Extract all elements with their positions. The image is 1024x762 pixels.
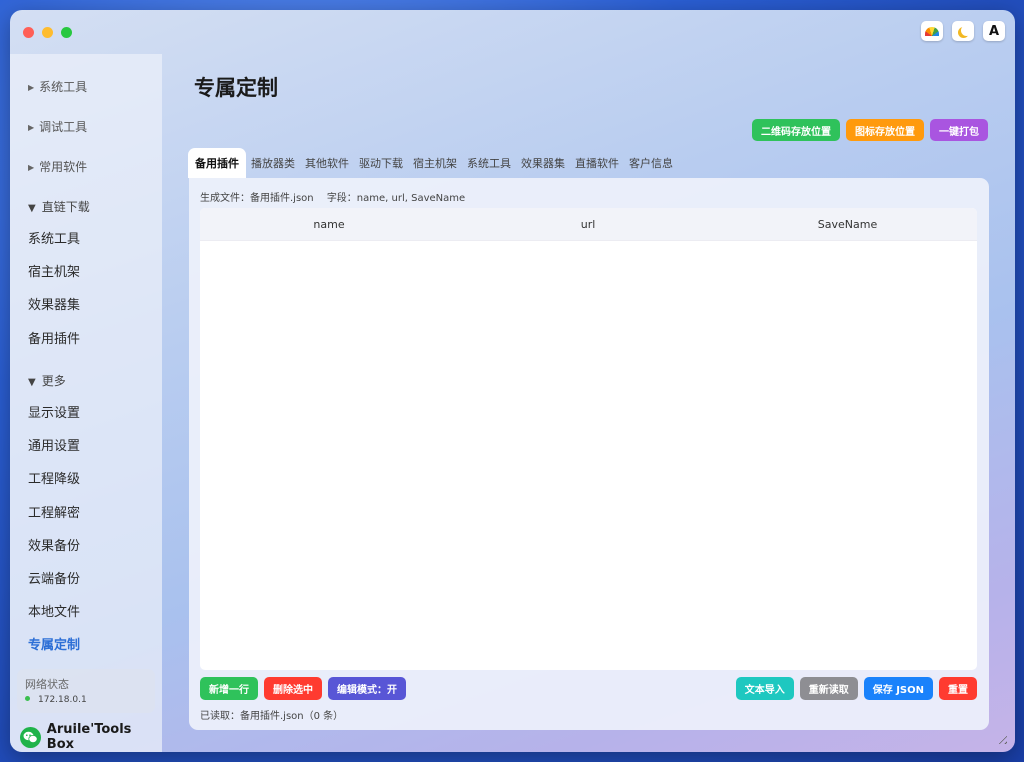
bottom-toolbar: 新增一行 删除选中 编辑模式：开 文本导入 重新读取 保存 JSON 重置	[200, 677, 977, 701]
sidebar-item-host-rack[interactable]: 宿主机架	[28, 261, 80, 280]
sidebar-section-direct-download[interactable]: ▼ 直链下载	[28, 198, 90, 215]
bottom-right-actions: 文本导入 重新读取 保存 JSON 重置	[735, 677, 977, 700]
sidebar-item-general-settings[interactable]: 通用设置	[28, 435, 80, 454]
sidebar-item-backup-plugins[interactable]: 备用插件	[28, 328, 80, 347]
rainbow-icon	[925, 26, 939, 36]
minimize-window-button[interactable]	[42, 27, 53, 38]
resize-grip-icon[interactable]	[995, 732, 1007, 744]
tab-customer-info[interactable]: 客户信息	[624, 148, 678, 178]
reload-button[interactable]: 重新读取	[799, 677, 858, 700]
sidebar-item-system-tools[interactable]: 系统工具	[28, 228, 80, 247]
sidebar-item-effect-backup[interactable]: 效果备份	[28, 535, 80, 554]
generated-file-label: 生成文件：备用插件.json	[200, 193, 314, 204]
triangle-down-icon: ▼	[28, 377, 36, 388]
sidebar-section-more[interactable]: ▼ 更多	[28, 372, 66, 389]
reset-button[interactable]: 重置	[939, 677, 977, 700]
triangle-right-icon: ▶	[28, 163, 35, 172]
save-json-button[interactable]: 保存 JSON	[863, 677, 933, 700]
sidebar-item-cloud-backup[interactable]: 云端备份	[28, 568, 80, 587]
data-table: name url SaveName	[200, 208, 977, 670]
maximize-window-button[interactable]	[61, 27, 72, 38]
tab-drivers[interactable]: 驱动下载	[354, 148, 408, 178]
sidebar-item-display-settings[interactable]: 显示设置	[28, 402, 80, 421]
content-panel: 生成文件：备用插件.json 字段：name, url, SaveName na…	[189, 178, 989, 730]
triangle-right-icon: ▶	[28, 83, 35, 92]
network-status-title: 网络状态	[25, 678, 69, 691]
status-dot-icon	[25, 696, 30, 701]
sidebar-group-system-tools[interactable]: ▶ 系统工具	[28, 78, 87, 95]
top-right-toolbar: A	[921, 21, 1005, 41]
wechat-icon	[20, 726, 41, 748]
status-text: 已读取：备用插件.json（0 条）	[200, 711, 344, 722]
sidebar-group-common-software[interactable]: ▶ 常用软件	[28, 158, 87, 175]
column-header-name[interactable]: name	[200, 218, 458, 231]
qrcode-location-button[interactable]: 二维码存放位置	[752, 119, 840, 141]
tab-bar: 备用插件 播放器类 其他软件 驱动下载 宿主机架 系统工具 效果器集 直播软件 …	[188, 148, 678, 178]
sidebar: ▶ 系统工具 ▶ 调试工具 ▶ 常用软件 ▼ 直链下载 系统工具 宿主机架 效果器集 备…	[10, 54, 162, 752]
triangle-right-icon: ▶	[28, 123, 35, 132]
theme-rainbow-button[interactable]	[921, 21, 943, 41]
sidebar-item-project-decrypt[interactable]: 工程解密	[28, 502, 80, 521]
page-title: 专属定制	[194, 76, 278, 100]
sidebar-group-debug-tools[interactable]: ▶ 调试工具	[28, 118, 87, 135]
one-click-pack-button[interactable]: 一键打包	[930, 119, 988, 141]
moon-icon	[961, 25, 972, 36]
sidebar-item-project-downgrade[interactable]: 工程降级	[28, 468, 80, 487]
tab-host-rack[interactable]: 宿主机架	[408, 148, 462, 178]
window-controls	[23, 27, 72, 38]
close-window-button[interactable]	[23, 27, 34, 38]
brand-name: Aruile'Tools Box	[46, 722, 132, 752]
tab-backup-plugins[interactable]: 备用插件	[188, 148, 246, 178]
fields-label: 字段：name, url, SaveName	[326, 193, 466, 204]
dark-mode-button[interactable]	[952, 21, 974, 41]
column-header-url[interactable]: url	[458, 218, 718, 231]
font-button[interactable]: A	[983, 21, 1005, 41]
font-icon: A	[988, 23, 1000, 39]
panel-meta: 生成文件：备用插件.json 字段：name, url, SaveName	[200, 189, 475, 204]
icon-location-button[interactable]: 图标存放位置	[846, 119, 924, 141]
table-header: name url SaveName	[200, 208, 977, 241]
tab-streaming[interactable]: 直播软件	[570, 148, 624, 178]
brand: Aruile'Tools Box	[20, 722, 162, 752]
app-window: A ▶ 系统工具 ▶ 调试工具 ▶ 常用软件 ▼ 直链下载 系统工具 宿主机架 效果器集…	[10, 10, 1015, 752]
triangle-down-icon: ▼	[28, 203, 36, 214]
text-import-button[interactable]: 文本导入	[735, 677, 794, 700]
tab-effects[interactable]: 效果器集	[516, 148, 570, 178]
sidebar-item-local-files[interactable]: 本地文件	[28, 601, 80, 620]
delete-selected-button[interactable]: 删除选中	[264, 677, 322, 700]
top-actions: 二维码存放位置 图标存放位置 一键打包	[752, 119, 988, 141]
add-row-button[interactable]: 新增一行	[200, 677, 258, 700]
tab-other-software[interactable]: 其他软件	[300, 148, 354, 178]
tab-players[interactable]: 播放器类	[246, 148, 300, 178]
network-ip: 172.18.0.1	[25, 695, 87, 705]
column-header-savename[interactable]: SaveName	[718, 218, 977, 231]
sidebar-item-effects[interactable]: 效果器集	[28, 294, 80, 313]
network-status-card: 网络状态 172.18.0.1	[17, 669, 155, 713]
edit-mode-toggle[interactable]: 编辑模式：开	[328, 677, 406, 700]
sidebar-item-custom[interactable]: 专属定制	[28, 634, 80, 653]
bottom-left-actions: 新增一行 删除选中 编辑模式：开	[200, 677, 406, 700]
tab-system-tools[interactable]: 系统工具	[462, 148, 516, 178]
